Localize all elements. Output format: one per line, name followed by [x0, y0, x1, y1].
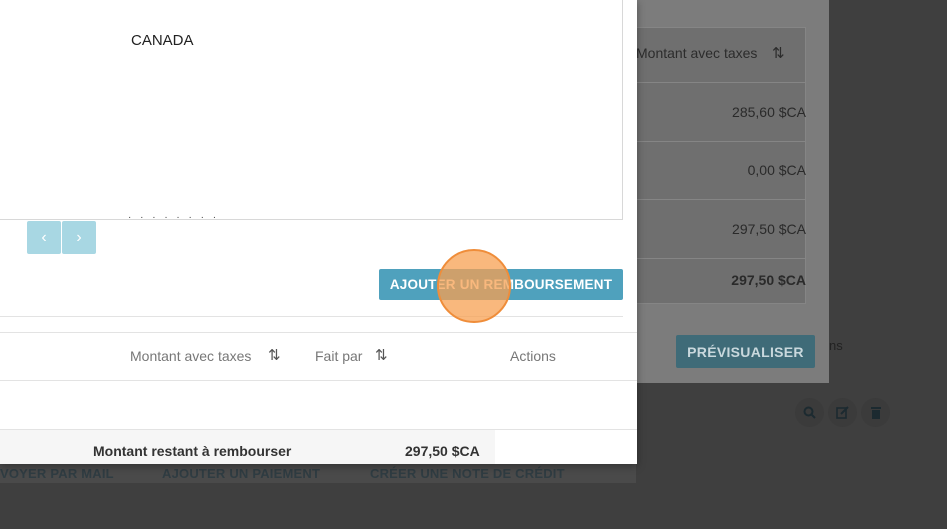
background-tab-fragment: ns: [829, 338, 843, 353]
click-indicator: [437, 249, 511, 323]
document-country: CANADA: [131, 32, 194, 49]
edit-icon[interactable]: [828, 398, 857, 427]
sort-icon[interactable]: ⇅: [268, 346, 281, 364]
background-row-divider: [628, 258, 806, 259]
background-row-divider: [628, 82, 806, 83]
search-icon[interactable]: [795, 398, 824, 427]
sort-icon: ⇅: [772, 45, 785, 62]
refund-modal: CANADA · · · · · · · · ‹ › AJOUTER UN RE…: [0, 0, 637, 464]
remaining-refund-value: 297,50 $CA: [405, 443, 480, 459]
column-made-by[interactable]: Fait par: [315, 348, 362, 364]
remaining-refund-label: Montant restant à rembourser: [93, 443, 292, 459]
background-total-value: 297,50 $CA: [731, 272, 806, 288]
preview-button[interactable]: PRÉVISUALISER: [676, 335, 815, 368]
background-row-divider: [628, 141, 806, 142]
background-row-divider: [628, 199, 806, 200]
table-top-border: [0, 332, 637, 333]
background-row-actions: [795, 398, 890, 427]
background-row-value: 297,50 $CA: [732, 221, 806, 237]
column-actions: Actions: [510, 348, 556, 364]
background-row-value: 285,60 $CA: [732, 104, 806, 120]
background-row-value: 0,00 $CA: [747, 162, 806, 178]
previous-page-button[interactable]: ‹: [27, 221, 61, 254]
chevron-left-icon: ‹: [41, 228, 47, 246]
create-credit-note-link[interactable]: CRÉER UNE NOTE DE CRÉDIT: [370, 466, 565, 481]
document-pager: ‹ ›: [27, 221, 96, 254]
column-amount-with-taxes[interactable]: Montant avec taxes: [130, 348, 251, 364]
document-cut-off-text: · · · · · · · ·: [128, 212, 220, 220]
next-page-button[interactable]: ›: [62, 221, 96, 254]
chevron-right-icon: ›: [76, 228, 82, 246]
sort-icon[interactable]: ⇅: [375, 346, 388, 364]
section-divider: [0, 316, 623, 317]
background-column-header: Montant avec taxes: [636, 45, 758, 61]
invoice-document-preview: CANADA · · · · · · · ·: [0, 0, 623, 220]
send-by-mail-link[interactable]: VOYER PAR MAIL: [0, 466, 114, 481]
delete-icon[interactable]: [861, 398, 890, 427]
table-header-divider: [0, 380, 637, 381]
add-payment-link[interactable]: AJOUTER UN PAIEMENT: [162, 466, 320, 481]
